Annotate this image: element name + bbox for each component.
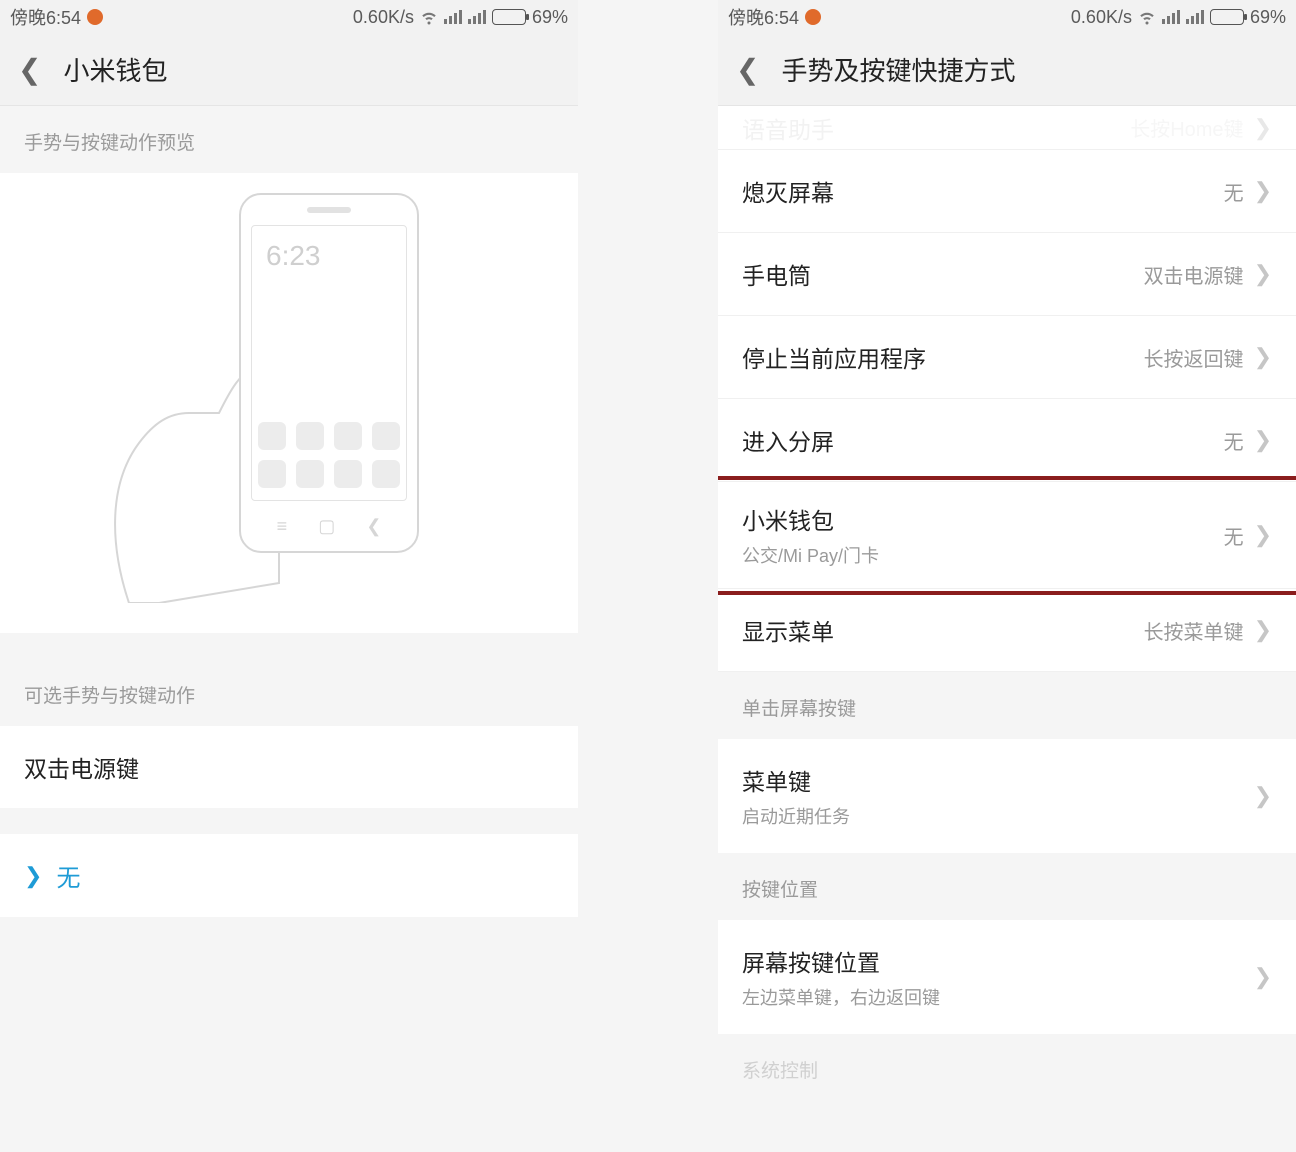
back-icon[interactable]: ❮	[18, 56, 41, 84]
gesture-preview: 6:23 ≡ ▢ ❮	[0, 173, 578, 633]
action-double-press-power[interactable]: 双击电源键	[0, 726, 578, 808]
status-speed: 0.60K/s	[1071, 7, 1132, 28]
chevron-right-icon: ❯	[1254, 115, 1272, 141]
right-screenshot: 傍晚6:54 0.60K/s 69% ❮ 手势及按键快捷方式 语音助手 长按Ho…	[718, 0, 1296, 1152]
chevron-right-icon: ❯	[1254, 783, 1272, 809]
chevron-right-icon: ❯	[24, 863, 42, 889]
battery-icon	[492, 9, 526, 25]
row-screen-key-position[interactable]: 屏幕按键位置 左边菜单键，右边返回键 ❯	[718, 920, 1296, 1034]
page-title: 小米钱包	[63, 51, 167, 88]
status-time: 傍晚6:54	[10, 4, 81, 30]
signal-icon-2	[468, 10, 486, 24]
section-key-position-label: 按键位置	[718, 853, 1296, 920]
page-title: 手势及按键快捷方式	[781, 51, 1015, 88]
back-icon[interactable]: ❮	[736, 56, 759, 84]
chevron-right-icon: ❯	[1254, 522, 1272, 548]
left-screenshot: 傍晚6:54 0.60K/s 69% ❮ 小米钱包 手势与按键动作预览	[0, 0, 578, 1152]
chevron-right-icon: ❯	[1254, 427, 1272, 453]
chevron-right-icon: ❯	[1254, 964, 1272, 990]
header: ❮ 小米钱包	[0, 34, 578, 106]
chevron-right-icon: ❯	[1254, 261, 1272, 287]
illust-time: 6:23	[266, 240, 321, 272]
row-stop-current-app[interactable]: 停止当前应用程序 长按返回键 ❯	[718, 316, 1296, 399]
device-illustration: 6:23 ≡ ▢ ❮	[239, 193, 419, 553]
row-menu-key[interactable]: 菜单键 启动近期任务 ❯	[718, 739, 1296, 853]
notification-dot-icon	[805, 9, 821, 25]
status-speed: 0.60K/s	[353, 7, 414, 28]
battery-icon	[1210, 9, 1244, 25]
wifi-icon	[420, 8, 438, 26]
status-bar: 傍晚6:54 0.60K/s 69%	[718, 0, 1296, 34]
row-voice-assistant-truncated[interactable]: 语音助手 长按Home键 ❯	[718, 106, 1296, 150]
row-show-menu[interactable]: 显示菜单 长按菜单键 ❯	[718, 589, 1296, 672]
row-mi-wallet[interactable]: 小米钱包 公交/Mi Pay/门卡 无 ❯	[718, 482, 1296, 589]
chevron-right-icon: ❯	[1254, 178, 1272, 204]
nav-home-icon: ▢	[318, 516, 335, 537]
option-none-selected[interactable]: ❯ 无	[0, 834, 578, 917]
section-preview-label: 手势与按键动作预览	[0, 106, 578, 173]
chevron-right-icon: ❯	[1254, 344, 1272, 370]
signal-icon-2	[1186, 10, 1204, 24]
section-truncated-bottom: 系统控制	[718, 1034, 1296, 1083]
nav-menu-icon: ≡	[277, 516, 288, 537]
notification-dot-icon	[87, 9, 103, 25]
status-time: 傍晚6:54	[728, 4, 799, 30]
signal-icon	[1162, 10, 1180, 24]
option-label: 无	[56, 858, 80, 893]
nav-back-icon: ❮	[366, 516, 381, 537]
header: ❮ 手势及按键快捷方式	[718, 34, 1296, 106]
row-enter-split-screen[interactable]: 进入分屏 无 ❯	[718, 399, 1296, 482]
status-battery: 69%	[532, 7, 568, 28]
section-actions-label: 可选手势与按键动作	[0, 659, 578, 726]
chevron-right-icon: ❯	[1254, 617, 1272, 643]
signal-icon	[444, 10, 462, 24]
status-bar: 傍晚6:54 0.60K/s 69%	[0, 0, 578, 34]
wifi-icon	[1138, 8, 1156, 26]
row-turn-off-screen[interactable]: 熄灭屏幕 无 ❯	[718, 150, 1296, 233]
section-tap-screen-keys-label: 单击屏幕按键	[718, 672, 1296, 739]
status-battery: 69%	[1250, 7, 1286, 28]
row-flashlight[interactable]: 手电筒 双击电源键 ❯	[718, 233, 1296, 316]
